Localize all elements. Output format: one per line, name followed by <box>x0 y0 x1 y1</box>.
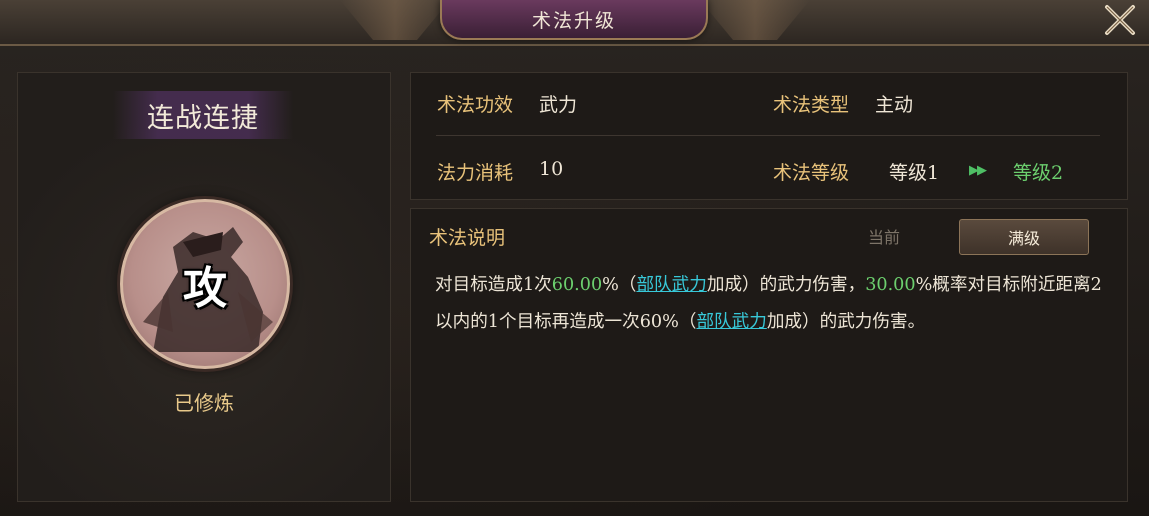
desc-part: 对目标造成1次 <box>435 275 552 295</box>
description-panel: 术法说明 当前 满级 对目标造成1次60.00%（部队武力加成）的武力伤害，30… <box>410 208 1128 502</box>
title-plate: 术法升级 <box>440 0 708 40</box>
cost-label: 法力消耗 <box>437 162 514 184</box>
skill-info-panel: 术法功效 武力 术法类型 主动 法力消耗 10 术法等级 等级1 ▶▶ 等级2 <box>410 72 1128 200</box>
skill-name-plate: 连战连捷 <box>113 91 293 139</box>
effect-label: 术法功效 <box>437 94 514 116</box>
desc-part: 加成）的武力伤害， <box>706 275 866 295</box>
desc-number: 60.00 <box>551 275 603 295</box>
double-chevron-right-icon: ▶▶ <box>969 163 987 178</box>
type-label: 术法类型 <box>773 94 850 116</box>
effect-value: 武力 <box>539 94 578 116</box>
skill-icon[interactable]: 攻 <box>120 199 290 369</box>
skill-status: 已修炼 <box>174 391 234 415</box>
close-x-icon <box>1101 1 1139 43</box>
desc-part: %（ <box>602 275 637 295</box>
troop-force-link[interactable]: 部队武力 <box>696 312 766 332</box>
description-title: 术法说明 <box>429 227 506 249</box>
level-current: 等级1 <box>889 162 940 184</box>
description-text: 对目标造成1次60.00%（部队武力加成）的武力伤害，30.00%概率对目标附近… <box>435 267 1107 341</box>
close-button[interactable] <box>1100 2 1140 42</box>
skill-name: 连战连捷 <box>147 102 259 134</box>
right-ornament <box>700 0 810 40</box>
window-title: 术法升级 <box>531 9 616 32</box>
desc-number: 30.00 <box>865 275 916 295</box>
row-divider <box>436 135 1100 136</box>
cost-value: 10 <box>539 158 564 180</box>
top-bar: 术法升级 <box>0 0 1149 46</box>
left-ornament <box>340 0 450 40</box>
level-next: 等级2 <box>1013 162 1064 184</box>
desc-part: 加成）的武力伤害。 <box>766 312 926 332</box>
troop-force-link[interactable]: 部队武力 <box>636 275 706 295</box>
skill-icon-char: 攻 <box>183 263 227 314</box>
skill-panel: 连战连捷 攻 已修炼 <box>17 72 391 502</box>
type-value: 主动 <box>875 94 914 116</box>
tab-max-level[interactable]: 满级 <box>959 219 1089 255</box>
tab-current[interactable]: 当前 <box>819 219 949 253</box>
level-label: 术法等级 <box>773 162 850 184</box>
